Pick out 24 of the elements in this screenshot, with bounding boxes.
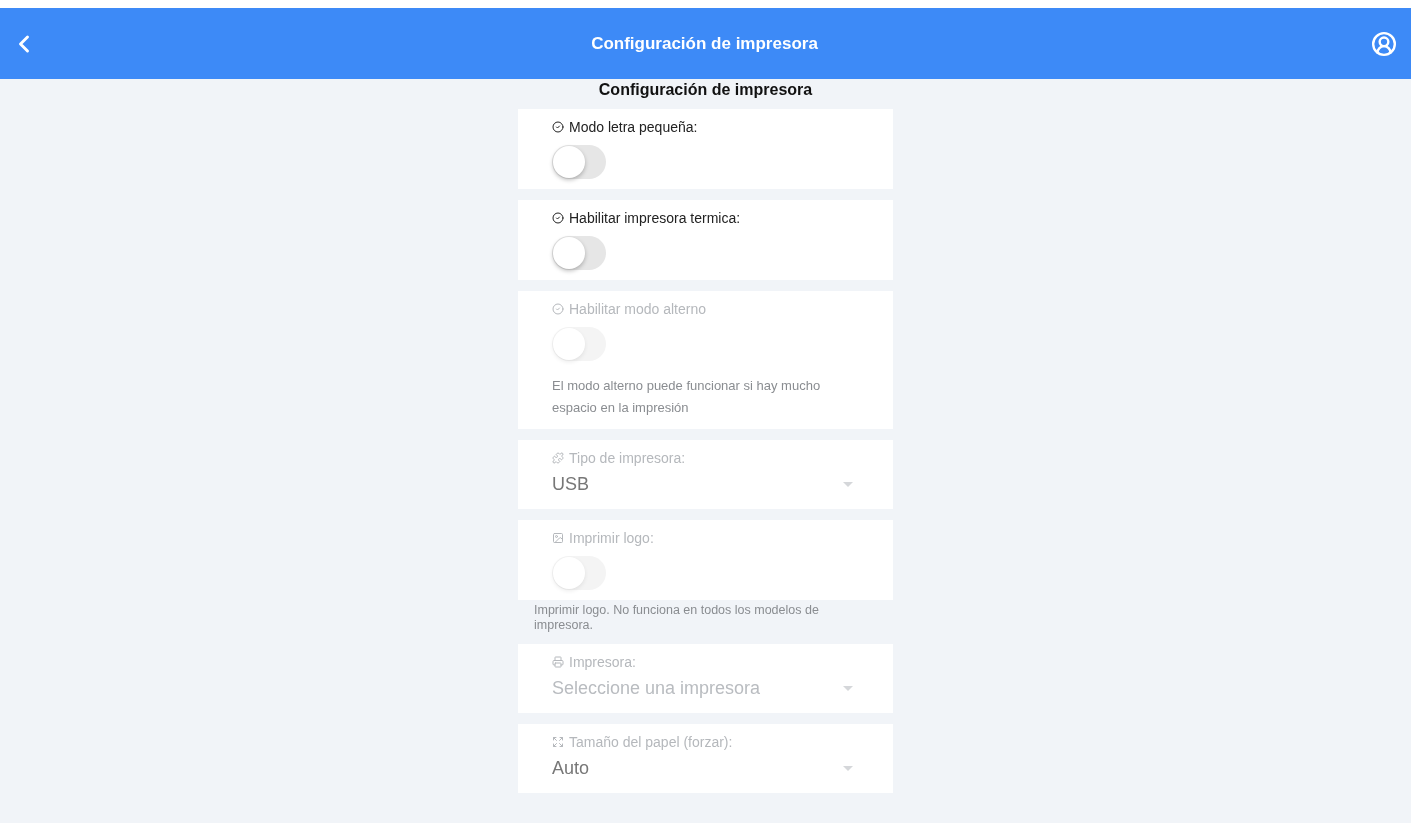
setting-icon xyxy=(552,212,564,224)
setting-label: Impresora: xyxy=(569,654,636,670)
setting-label: Habilitar modo alterno xyxy=(569,301,706,317)
setting-note: Imprimir logo. No funciona en todos los modelos de impresora. xyxy=(533,603,820,633)
caret-icon xyxy=(843,686,853,691)
setting-icon xyxy=(552,532,564,544)
setting-icon xyxy=(552,121,564,133)
setting-label: Tamaño del papel (forzar): xyxy=(569,734,733,750)
user-icon[interactable] xyxy=(1371,30,1397,57)
toggle-switch[interactable] xyxy=(552,145,606,179)
setting-icon xyxy=(552,656,564,668)
caret-icon xyxy=(843,482,853,487)
header-title: Configuración de impresora xyxy=(591,33,818,54)
setting-icon xyxy=(552,736,564,748)
setting-icon xyxy=(552,303,564,315)
setting-hint: El modo alterno puede funcionar si hay mucho espacio en la impresión xyxy=(552,377,822,417)
setting-label: Imprimir logo: xyxy=(569,530,654,546)
caret-icon xyxy=(843,766,853,771)
setting-label: Tipo de impresora: xyxy=(569,450,686,466)
setting-icon xyxy=(552,452,564,464)
toggle-switch[interactable] xyxy=(552,236,606,270)
setting-label: Habilitar impresora termica: xyxy=(569,210,741,226)
page-heading: Configuración de impresora xyxy=(598,81,813,99)
setting-label: Modo letra pequeña: xyxy=(569,119,698,135)
